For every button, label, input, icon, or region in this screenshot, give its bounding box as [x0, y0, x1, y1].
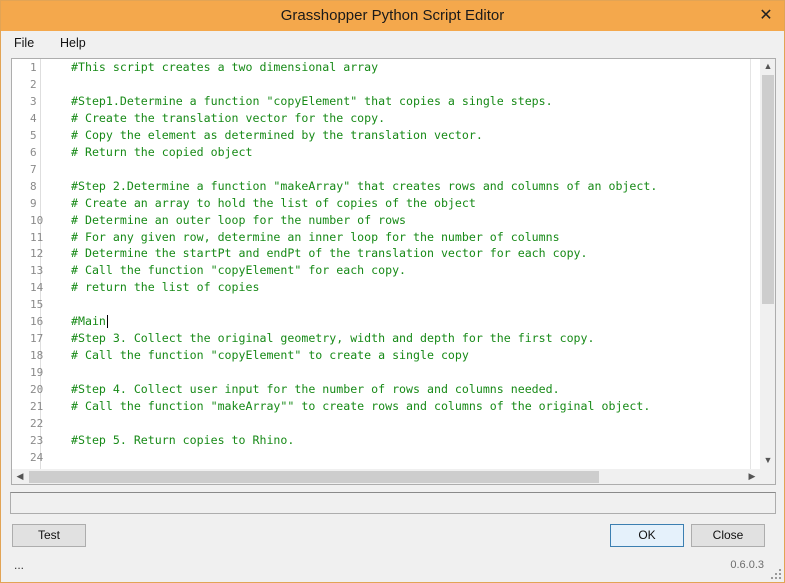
code-line-text: #Step 3. Collect the original geometry, … [71, 331, 595, 346]
code-line-text: # Return the copied object [71, 144, 253, 159]
test-button[interactable]: Test [12, 524, 86, 547]
code-line-text: # Determine the startPt and endPt of the… [71, 246, 588, 261]
code-line[interactable]: # Create the translation vector for the … [71, 111, 385, 125]
scroll-up-icon[interactable]: ▲ [760, 61, 775, 71]
code-line-text: # Determine an outer loop for the number… [71, 212, 407, 227]
code-line-text: # Create an array to hold the list of co… [71, 195, 476, 210]
scroll-down-icon[interactable]: ▼ [760, 455, 775, 465]
close-button[interactable]: Close [691, 524, 765, 547]
code-editor[interactable]: 1 2 3 4 5 6 7 8 9 10 11 12 13 14 15 16 17 18 19 20 21 22 23 24 … [11, 58, 776, 485]
code-line-text: #This script creates a two dimensional a… [71, 60, 379, 74]
code-line[interactable]: # Return the copied object [71, 145, 252, 159]
code-line-text: #Main [71, 314, 106, 329]
vertical-scrollbar[interactable]: ▲ ▼ [760, 59, 775, 469]
code-line[interactable]: #Step1.Determine a function "copyElement… [71, 94, 553, 108]
code-line-text: # Call the function "makeArray"" to crea… [71, 399, 651, 413]
version-label: 0.6.0.3 [730, 559, 764, 571]
menu-file[interactable]: File [14, 36, 34, 50]
code-line-text: # Call the function "copyElement" to cre… [71, 348, 469, 363]
output-field [10, 492, 776, 514]
horizontal-scrollbar[interactable]: ◀ ▶ [12, 469, 760, 484]
scroll-right-icon[interactable]: ▶ [744, 471, 760, 482]
line-number-gutter: 1 2 3 4 5 6 7 8 9 10 11 12 13 14 15 16 17 18 19 20 21 22 23 24 [12, 59, 43, 469]
status-ellipsis: ... [14, 558, 25, 572]
code-line-text: # For any given row, determine an inner … [71, 229, 560, 244]
code-line[interactable]: #Step 5. Return copies to Rhino. [71, 433, 294, 447]
code-line-text: # Call the function "copyElement" for ea… [71, 263, 407, 278]
code-line[interactable]: # return the list of copies [71, 280, 259, 294]
code-line-text: #Step 5. Return copies to Rhino. [71, 432, 295, 447]
code-line[interactable]: # Determine an outer loop for the number… [71, 213, 406, 227]
scrollbar-corner [760, 469, 775, 484]
code-line[interactable]: #This script creates a two dimensional a… [71, 60, 378, 74]
code-line[interactable]: # Call the function "makeArray"" to crea… [71, 399, 650, 413]
code-line[interactable]: #Step 3. Collect the original geometry, … [71, 331, 595, 345]
code-line[interactable]: #Step 4. Collect user input for the numb… [71, 382, 560, 396]
code-line[interactable]: # Copy the element as determined by the … [71, 128, 483, 142]
ok-button[interactable]: OK [610, 524, 684, 547]
code-line[interactable]: # Determine the startPt and endPt of the… [71, 246, 588, 260]
window-title: Grasshopper Python Script Editor [280, 7, 505, 24]
text-caret [106, 315, 108, 329]
menu-help[interactable]: Help [60, 36, 86, 50]
menu-bar: File Help [1, 31, 784, 57]
code-line[interactable]: #Main [71, 314, 108, 329]
close-icon[interactable]: ✕ [756, 6, 776, 26]
code-line[interactable]: # Create an array to hold the list of co… [71, 196, 476, 210]
code-line[interactable]: #Step 2.Determine a function "makeArray"… [71, 179, 657, 193]
code-line-text: #Step 4. Collect user input for the numb… [71, 382, 560, 397]
code-line-text: #Step 2.Determine a function "makeArray"… [71, 178, 658, 193]
editor-window: Grasshopper Python Script Editor ✕ File … [0, 0, 785, 583]
horizontal-scroll-thumb[interactable] [29, 471, 599, 483]
title-bar[interactable]: Grasshopper Python Script Editor ✕ [1, 1, 784, 31]
code-line[interactable]: # Call the function "copyElement" for ea… [71, 263, 406, 277]
code-line[interactable]: # For any given row, determine an inner … [71, 230, 560, 244]
code-line-text: # Copy the element as determined by the … [71, 127, 483, 142]
scroll-left-icon[interactable]: ◀ [12, 471, 28, 482]
vertical-scroll-thumb[interactable] [762, 75, 774, 304]
code-line[interactable]: # Call the function "copyElement" to cre… [71, 348, 469, 362]
status-bar: ... 0.6.0.3 [1, 556, 784, 582]
resize-grip-icon[interactable] [771, 569, 781, 579]
code-line-text: #Step1.Determine a function "copyElement… [71, 93, 553, 108]
code-line-text: # Create the translation vector for the … [71, 110, 386, 125]
code-line-text: # return the list of copies [71, 280, 260, 295]
right-margin-line [750, 59, 751, 469]
